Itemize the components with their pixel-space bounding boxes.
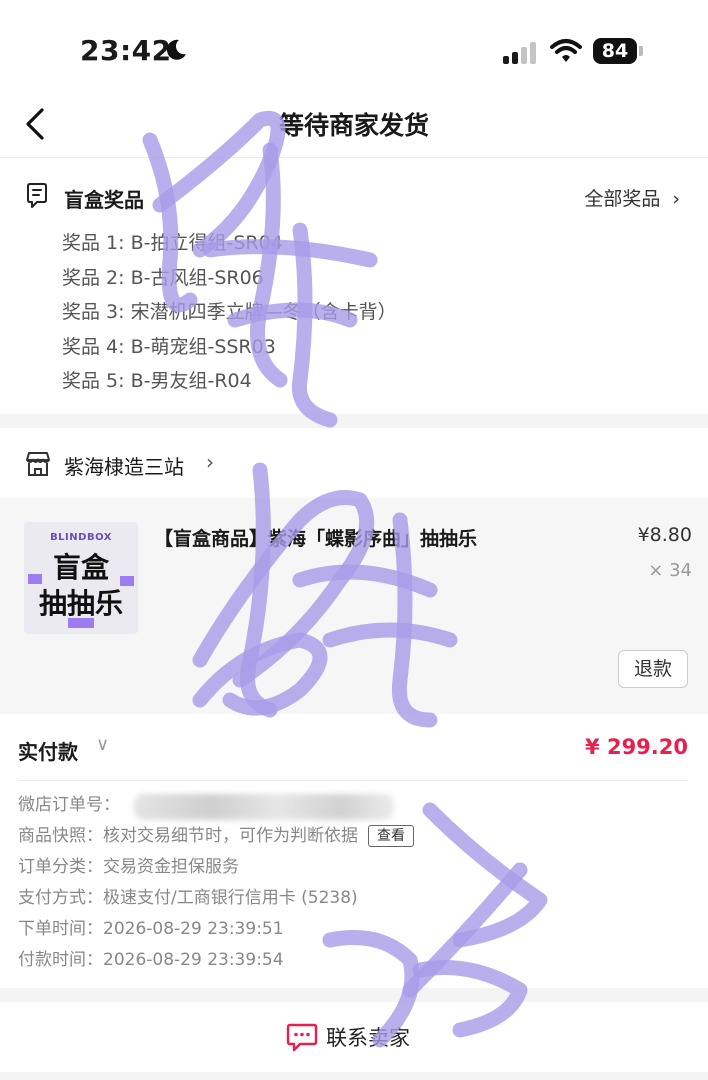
product-price: ¥8.80 [637, 524, 692, 546]
wifi-icon [550, 39, 582, 62]
order-time-label: 下单时间： [18, 919, 103, 939]
prize-item: 奖品 5: B-男友组-R04 [62, 370, 252, 392]
refund-button[interactable]: 退款 [618, 650, 688, 688]
chevron-right-icon: › [672, 188, 680, 210]
prize-item: 奖品 2: B-古风组-SR06 [62, 266, 264, 289]
battery-tip [639, 46, 643, 56]
home-indicator-area [0, 1072, 708, 1080]
pay-method-row: 支付方式：极速支付/工商银行信用卡 (5238) [18, 883, 698, 914]
prize-item: 奖品 4: B-萌宠组-SSR03 [62, 335, 276, 358]
product-card[interactable]: BLINDBOX 盲盒 抽抽乐 【盲盒商品】紫海「蝶影序曲」抽抽乐 ¥8.80 … [0, 498, 708, 714]
shop-name: 紫海棣造三站 [64, 455, 184, 479]
product-thumbnail: BLINDBOX 盲盒 抽抽乐 [24, 522, 138, 634]
category-row: 订单分类：交易资金担保服务 [18, 852, 698, 883]
section-gap [0, 988, 708, 1002]
pay-method-value: 极速支付/工商银行信用卡 (5238) [103, 888, 358, 908]
pay-time-value: 2026-08-29 23:39:54 [103, 950, 284, 970]
order-number-row: 微店订单号： [18, 790, 698, 821]
contact-seller-button[interactable]: 联系卖家 [0, 1002, 708, 1072]
status-bar: 23:42 84 [0, 0, 708, 100]
product-title: 【盲盒商品】紫海「蝶影序曲」抽抽乐 [154, 528, 478, 550]
status-time: 23:42 [80, 34, 172, 67]
thumbnail-decoration [120, 576, 134, 586]
snapshot-label: 商品快照： [18, 826, 103, 846]
thumbnail-title-line2: 抽抽乐 [38, 587, 123, 620]
divider [18, 780, 688, 781]
payment-row[interactable]: 实付款 ∨ ¥ 299.20 [0, 714, 708, 780]
prize-section-title: 盲盒奖品 [64, 188, 144, 212]
nav-bar: 等待商家发货 [0, 100, 708, 158]
order-number-label: 微店订单号： [18, 795, 120, 815]
section-gap [0, 414, 708, 428]
prize-list-icon [27, 183, 47, 208]
thumbnail-decoration [68, 618, 94, 628]
category-label: 订单分类： [18, 857, 103, 877]
snapshot-value: 核对交易细节时，可作为判断依据 [103, 826, 358, 846]
order-time-value: 2026-08-29 23:39:51 [103, 919, 284, 939]
product-quantity: × 34 [648, 560, 692, 581]
order-time-row: 下单时间：2026-08-29 23:39:51 [18, 914, 698, 945]
contact-seller-label: 联系卖家 [326, 1026, 410, 1050]
thumbnail-caption: BLINDBOX [50, 532, 112, 543]
page-title: 等待商家发货 [278, 111, 429, 140]
thumbnail-decoration [28, 574, 42, 584]
paid-amount: ¥ 299.20 [585, 735, 688, 759]
prize-section: 盲盒奖品 全部奖品 › 奖品 1: B-拍立得组-SR04 奖品 2: B-古风组… [0, 158, 708, 414]
battery-indicator: 84 [593, 38, 637, 64]
pay-time-row: 付款时间：2026-08-29 23:39:54 [18, 945, 698, 976]
all-prizes-label: 全部奖品 [584, 188, 661, 210]
prize-item: 奖品 3: 宋潜机四季立牌—冬（含卡背） [62, 301, 397, 323]
shop-icon [26, 452, 50, 476]
snapshot-row: 商品快照：核对交易细节时，可作为判断依据 查看 [18, 821, 698, 852]
pay-time-label: 付款时间： [18, 950, 103, 970]
signal-icon [503, 40, 539, 64]
prize-item: 奖品 1: B-拍立得组-SR04 [62, 232, 283, 254]
shop-row[interactable]: 紫海棣造三站 › [0, 428, 708, 498]
chevron-down-icon: ∨ [96, 734, 110, 755]
chat-icon [286, 1023, 318, 1052]
category-value: 交易资金担保服务 [103, 857, 239, 877]
order-details: 微店订单号： 商品快照：核对交易细节时，可作为判断依据 查看 订单分类：交易资金担… [18, 790, 698, 976]
pay-method-label: 支付方式： [18, 888, 103, 908]
redacted-order-number [134, 794, 394, 820]
prize-list: 奖品 1: B-拍立得组-SR04 奖品 2: B-古风组-SR06 奖品 3:… [62, 226, 397, 399]
all-prizes-link[interactable]: 全部奖品 › [584, 184, 680, 211]
view-snapshot-button[interactable]: 查看 [368, 825, 414, 847]
chevron-right-icon: › [206, 450, 214, 474]
moon-icon [166, 39, 186, 60]
paid-label: 实付款 [18, 740, 78, 764]
